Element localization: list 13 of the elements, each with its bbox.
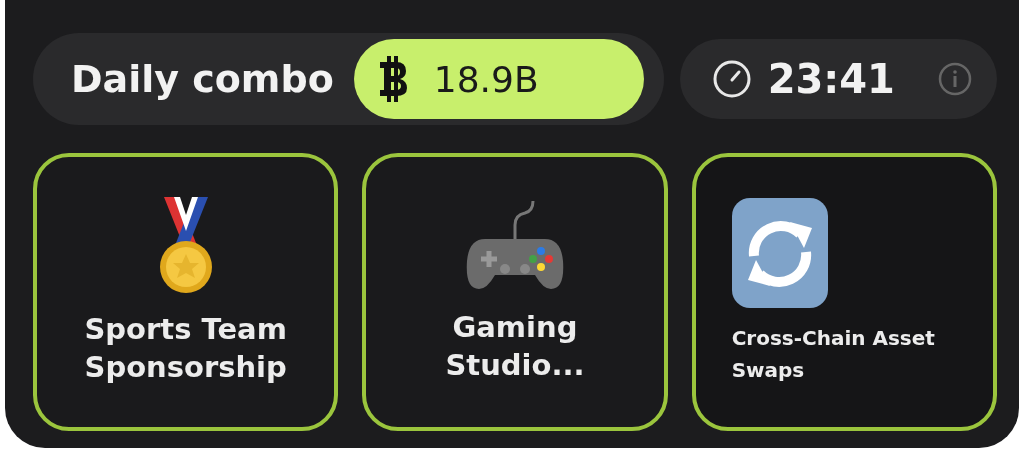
clock-icon (711, 59, 752, 99)
coin-icon (377, 56, 408, 102)
countdown-time: 23:41 (767, 56, 896, 102)
card-label: Cross-Chain Asset Swaps (731, 325, 936, 384)
daily-combo-title: Daily combo (71, 57, 334, 101)
card-label: Gaming Studio... (444, 309, 586, 384)
combo-card[interactable]: Gaming Studio... (362, 153, 668, 431)
reward-amount: 18.9B (433, 58, 539, 100)
card-label: Sports Team Sponsorship (83, 311, 288, 386)
refresh-icon (731, 198, 828, 308)
info-icon[interactable] (937, 61, 973, 97)
combo-card[interactable]: Cross-Chain Asset Swaps (691, 153, 997, 431)
combo-card[interactable]: Sports Team Sponsorship (33, 153, 339, 431)
